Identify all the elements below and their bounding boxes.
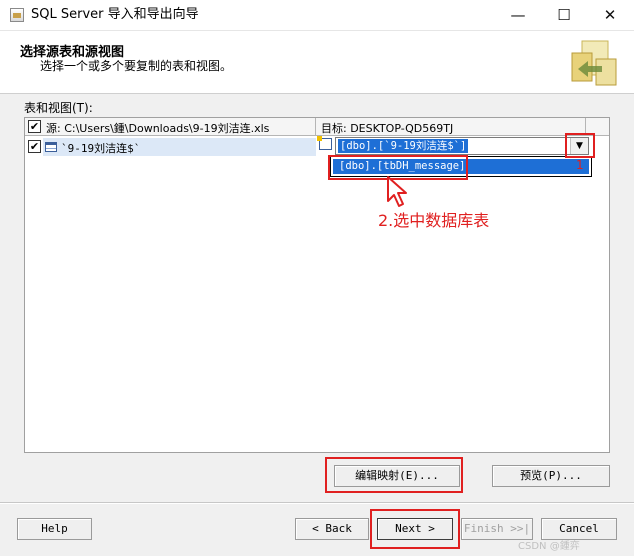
- title-bar: SQL Server 导入和导出向导 — ☐ ✕: [0, 0, 634, 31]
- wizard-transfer-icon: [571, 40, 617, 86]
- maximize-button[interactable]: ☐: [541, 0, 587, 31]
- mouse-cursor-icon: [387, 176, 407, 207]
- select-all-checkbox[interactable]: ✔: [28, 120, 41, 133]
- footer-divider: [0, 502, 634, 504]
- annotation-step2: 2.选中数据库表: [378, 211, 490, 230]
- minimize-button[interactable]: —: [495, 0, 541, 31]
- source-table-name: `9-19刘洁连$`: [61, 142, 141, 155]
- annotation-box-arrow: [565, 133, 595, 158]
- new-table-icon: [317, 136, 332, 150]
- source-column-header: ✔ 源: C:\Users\鍾\Downloads\9-19刘洁连.xls: [25, 118, 316, 136]
- source-header-label: 源: C:\Users\鍾\Downloads\9-19刘洁连.xls: [46, 122, 270, 135]
- preview-button[interactable]: 预览(P)...: [492, 465, 610, 487]
- app-icon: [10, 8, 24, 22]
- watermark: CSDN @鍾弈: [518, 541, 580, 552]
- table-icon: [45, 142, 57, 152]
- annotation-box-next: [370, 509, 460, 549]
- destination-column-header: 目标: DESKTOP-QD569TJ: [316, 118, 586, 136]
- grid-header: ✔ 源: C:\Users\鍾\Downloads\9-19刘洁连.xls 目标…: [25, 118, 609, 136]
- annotation-step1: 1: [576, 158, 584, 172]
- page-subtitle: 选择一个或多个要复制的表和视图。: [40, 59, 233, 73]
- back-button[interactable]: < Back: [295, 518, 369, 540]
- annotation-box-edit: [325, 457, 463, 493]
- tables-label: 表和视图(T):: [24, 101, 93, 115]
- destination-value: [dbo].[`9-19刘洁连$`]: [338, 139, 469, 153]
- destination-header-label: 目标: DESKTOP-QD569TJ: [321, 122, 454, 135]
- wizard-header: 选择源表和源视图 选择一个或多个要复制的表和视图。: [0, 31, 634, 94]
- close-button[interactable]: ✕: [587, 0, 633, 31]
- help-button[interactable]: Help: [17, 518, 92, 540]
- row-checkbox[interactable]: ✔: [28, 140, 41, 153]
- destination-combo[interactable]: [dbo].[`9-19刘洁连$`]: [335, 137, 589, 155]
- window-title: SQL Server 导入和导出向导: [31, 7, 199, 22]
